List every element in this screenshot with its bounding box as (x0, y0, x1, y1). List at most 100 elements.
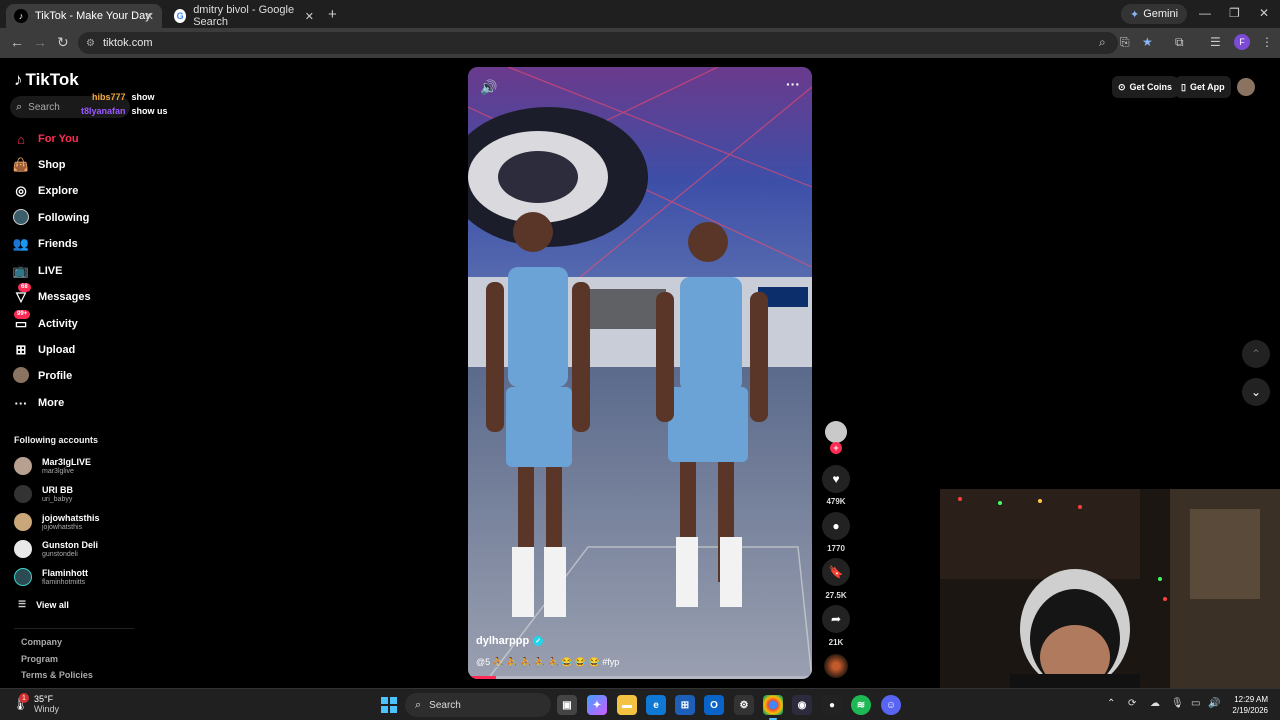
tiktok-logo[interactable]: ♪ TikTok (14, 70, 79, 90)
save-count: 27.5K (825, 591, 847, 600)
microphone-icon[interactable]: 🎙 (1171, 698, 1184, 709)
more-icon: ··· (14, 395, 28, 411)
nav-messages[interactable]: ▽ 68 Messages (12, 283, 91, 307)
tray-app-icon[interactable]: ⟳ (1128, 698, 1136, 709)
install-app-icon[interactable]: ⎘ (1120, 35, 1130, 50)
nav-friends[interactable]: 👥 Friends (12, 234, 78, 254)
like-button[interactable]: ♥ (822, 465, 850, 493)
follow-plus-icon[interactable]: + (830, 442, 842, 454)
gemini-button[interactable]: ✦ Gemini (1121, 4, 1188, 24)
taskbar-search[interactable]: ⌕ Search (405, 693, 551, 717)
footer-link-terms[interactable]: Terms & Policies (21, 670, 93, 680)
weather-widget[interactable]: 🌡 1 35°F Windy (12, 693, 59, 714)
get-app-button[interactable]: ▯ Get App (1175, 76, 1231, 98)
tab-tiktok[interactable]: ♪ TikTok - Make Your Day ✕ (6, 4, 162, 28)
nav-label: Shop (38, 159, 66, 171)
nav-more[interactable]: ··· More (12, 393, 65, 413)
minimize-icon[interactable]: — (1199, 6, 1211, 20)
tab-google-search[interactable]: G dmitry bivol - Google Search ✕ (166, 4, 322, 28)
task-view-icon[interactable]: ▣ (557, 695, 577, 715)
more-options-icon[interactable]: ··· (786, 76, 800, 92)
bookmark-star-icon[interactable]: ★ (1142, 35, 1153, 49)
network-icon[interactable]: ▭ (1191, 698, 1200, 709)
clock-date: 2/19/2026 (1232, 706, 1268, 715)
nav-following[interactable]: Following (12, 208, 89, 228)
bookmark-icon: 🔖 (828, 565, 844, 579)
store-icon[interactable]: ⊞ (675, 695, 695, 715)
copilot-icon[interactable]: ✦ (587, 695, 607, 715)
music-disc-icon[interactable] (824, 654, 848, 678)
verified-badge-icon: ✓ (533, 636, 544, 646)
following-account[interactable]: Gunston Deli gunstondeli (14, 537, 98, 561)
user-avatar[interactable] (1237, 78, 1255, 96)
view-all-link[interactable]: ☰ View all (18, 599, 69, 610)
system-clock[interactable]: 12:29 AM 2/19/2026 (1228, 694, 1268, 716)
obs-icon[interactable]: ◉ (792, 695, 812, 715)
file-explorer-icon[interactable]: ▬ (617, 695, 637, 715)
next-video-icon[interactable]: ⌄ (1242, 378, 1270, 406)
share-arrow-icon: ➦ (830, 612, 842, 626)
address-bar[interactable]: ⚙ tiktok.com (78, 32, 1118, 54)
heart-icon: ♥ (832, 472, 840, 486)
back-arrow-icon[interactable]: ← (10, 34, 24, 50)
following-account[interactable]: URI BB uri_babyy (14, 482, 73, 506)
edge-icon[interactable]: e (646, 695, 666, 715)
creator-avatar[interactable] (825, 421, 847, 443)
video-progress-bar[interactable] (468, 676, 812, 679)
compass-icon: ◎ (15, 183, 27, 198)
live-tv-icon: 📺 (12, 263, 30, 278)
app-icon[interactable]: ● (822, 695, 842, 715)
nav-for-you[interactable]: ⌂ For You (12, 129, 78, 149)
footer-link-company[interactable]: Company (21, 637, 62, 647)
following-account[interactable]: Mar3lgLIVE mar3lglive (14, 454, 91, 478)
forward-arrow-icon[interactable]: → (33, 34, 47, 50)
extensions-icon[interactable]: ⧉ (1175, 35, 1184, 50)
logo-text: TikTok (25, 70, 79, 89)
following-account[interactable]: Flaminhott flaminhotmitts (14, 565, 88, 589)
nav-upload[interactable]: ⊞ Upload (12, 340, 76, 360)
start-button[interactable] (381, 697, 397, 713)
volume-icon[interactable]: 🔊 (480, 79, 497, 96)
previous-video-icon[interactable]: ⌃ (1242, 340, 1270, 368)
close-window-icon[interactable]: ✕ (1259, 6, 1269, 20)
outlook-icon[interactable]: O (704, 695, 724, 715)
video-player[interactable]: 🔊 ··· dylharppp ✓ @5 ⛹ ⛹ ⛹ ⛹ ⛹ 😂 😂 😂 #fy… (468, 67, 812, 679)
profile-avatar[interactable]: F (1234, 34, 1250, 50)
chat-message: show us (131, 106, 168, 116)
close-tab-icon[interactable]: ✕ (305, 10, 314, 23)
onedrive-icon[interactable]: ☁ (1150, 698, 1160, 709)
maximize-icon[interactable]: ❐ (1229, 6, 1240, 20)
save-button[interactable]: 🔖 (822, 558, 850, 586)
avatar (14, 568, 32, 586)
tab-title: dmitry bivol - Google Search (193, 4, 295, 28)
avatar (14, 540, 32, 558)
footer-link-program[interactable]: Program (21, 654, 58, 664)
video-author[interactable]: dylharppp ✓ (476, 635, 544, 647)
kebab-menu-icon[interactable]: ⋮ (1261, 35, 1273, 49)
discord-icon[interactable]: ☺ (881, 695, 901, 715)
tab-search-icon[interactable]: ☰ (1210, 35, 1221, 49)
nav-activity[interactable]: ▭ 99+ Activity (12, 310, 78, 334)
close-tab-icon[interactable]: ✕ (145, 10, 154, 23)
chrome-icon[interactable] (763, 695, 783, 720)
chat-username: hibs777 (92, 92, 126, 102)
get-coins-button[interactable]: ⊙ Get Coins (1112, 76, 1179, 98)
nav-shop[interactable]: 👜 Shop (12, 155, 66, 175)
site-info-icon[interactable]: ⚙ (86, 38, 95, 49)
following-account[interactable]: jojowhatsthis jojowhatsthis (14, 510, 100, 534)
settings-gear-icon[interactable]: ⚙ (734, 695, 754, 715)
zoom-icon[interactable]: ⌕ (1099, 35, 1106, 50)
nav-profile[interactable]: Profile (12, 366, 72, 386)
comment-button[interactable]: ● (822, 512, 850, 540)
reload-icon[interactable]: ↻ (57, 34, 69, 51)
spotify-icon[interactable]: ≋ (851, 695, 871, 715)
new-tab-button[interactable]: + (328, 6, 337, 23)
volume-icon[interactable]: 🔊 (1208, 698, 1220, 709)
search-placeholder: Search (28, 101, 60, 113)
avatar (14, 513, 32, 531)
nav-explore[interactable]: ◎ Explore (12, 181, 78, 201)
nav-live[interactable]: 📺 LIVE (12, 261, 63, 281)
tiktok-note-icon: ♪ (14, 70, 23, 89)
tray-overflow-icon[interactable]: ⌃ (1107, 698, 1115, 709)
share-button[interactable]: ➦ (822, 605, 850, 633)
